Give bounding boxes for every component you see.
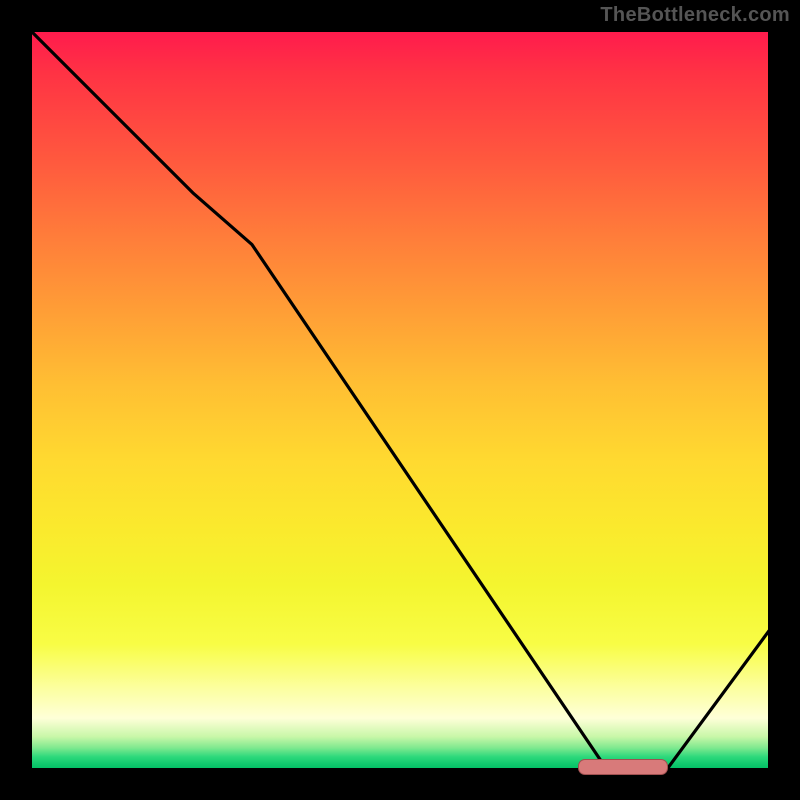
watermark-text: TheBottleneck.com [600,4,790,27]
optimal-range-marker [578,759,669,775]
chart-plot-area [30,30,770,770]
chart-frame: TheBottleneck.com [0,0,800,800]
